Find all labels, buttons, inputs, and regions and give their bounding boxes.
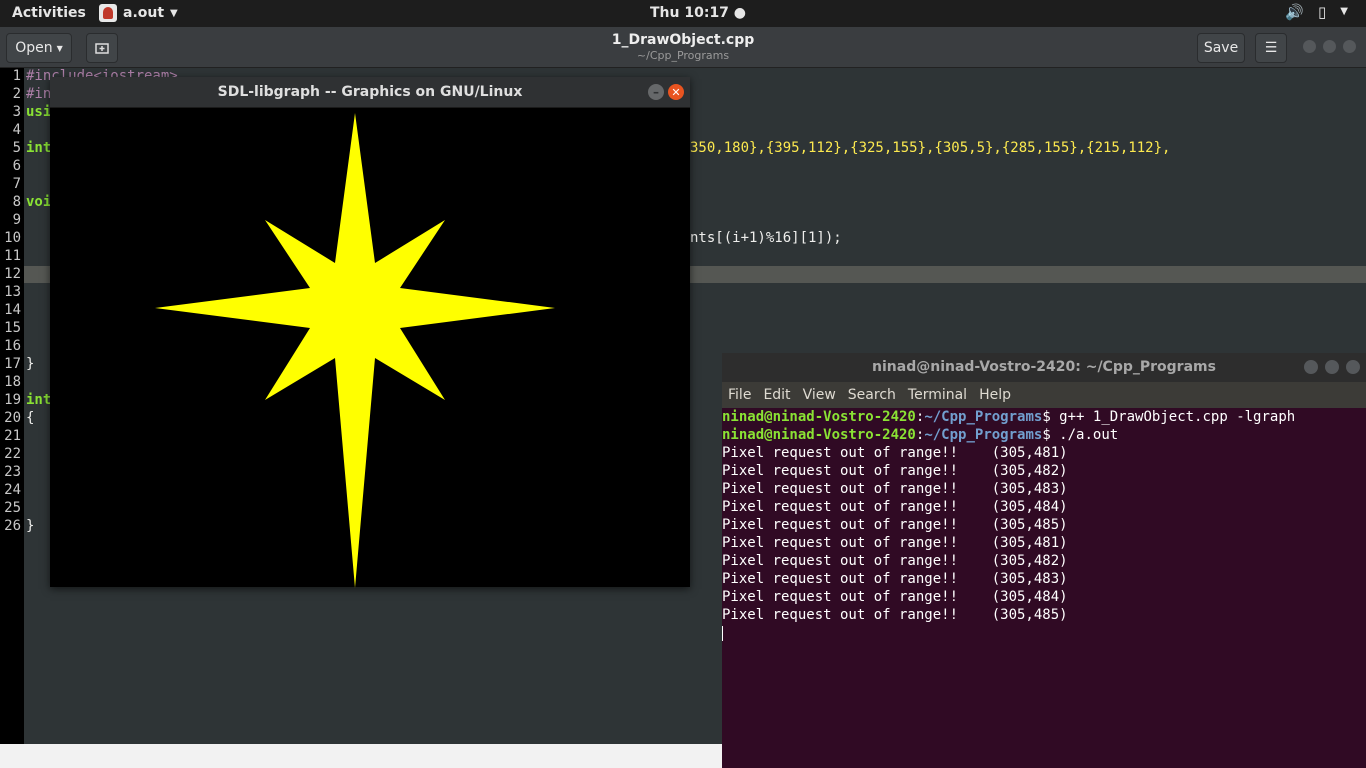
sdl-window-title: SDL-libgraph -- Graphics on GNU/Linux [217,84,523,100]
maximize-icon[interactable] [1323,40,1336,53]
terminal-output-line: Pixel request out of range!! (305,481) [722,535,1068,551]
terminal-output-line: Pixel request out of range!! (305,483) [722,571,1068,587]
command-text: $ ./a.out [1042,427,1119,443]
volume-icon: 🔊 [1285,3,1305,21]
line-number: 2 [12,86,21,102]
line-number: 25 [4,500,21,516]
activities-button[interactable]: Activities [12,5,86,21]
sdl-titlebar[interactable]: SDL-libgraph -- Graphics on GNU/Linux – … [50,77,690,108]
menu-icon: ☰ [1264,40,1278,56]
line-number: 1 [12,68,21,84]
line-number: 5 [12,140,21,156]
terminal-line: ninad@ninad-Vostro-2420:~/Cpp_Programs$ … [722,409,1296,425]
terminal-menubar: File Edit View Search Terminal Help [722,382,1366,408]
line-number: 12 [4,266,21,282]
menu-search[interactable]: Search [848,387,896,403]
code-line-17[interactable]: } [26,356,34,372]
line-number: 13 [4,284,21,300]
terminal-output-line: Pixel request out of range!! (305,482) [722,463,1068,479]
terminal-output-line: Pixel request out of range!! (305,481) [722,445,1068,461]
code-line-2[interactable]: #in [26,86,51,102]
minimize-icon[interactable]: – [648,84,664,100]
terminal-output-line: Pixel request out of range!! (305,484) [722,589,1068,605]
terminal-cursor-line [722,624,1366,642]
line-number: 26 [4,518,21,534]
terminal-output-line: Pixel request out of range!! (305,482) [722,553,1068,569]
prompt-dir: ~/Cpp_Programs [924,409,1043,425]
star-shape [155,113,555,588]
prompt-user: ninad@ninad-Vostro-2420 [722,427,916,443]
line-number: 21 [4,428,21,444]
terminal-line: ninad@ninad-Vostro-2420:~/Cpp_Programs$ … [722,427,1119,443]
line-number: 8 [12,194,21,210]
code-line-8[interactable]: voi [26,194,51,210]
line-number: 17 [4,356,21,372]
system-tray[interactable]: 🔊 ▯ ▼ [1285,3,1348,21]
line-number: 3 [12,104,21,120]
text-cursor [722,625,723,641]
terminal-output-line: Pixel request out of range!! (305,485) [722,607,1068,623]
menu-help[interactable]: Help [979,387,1011,403]
app-icon [99,4,117,22]
terminal-titlebar[interactable]: ninad@ninad-Vostro-2420: ~/Cpp_Programs [722,353,1366,382]
line-number: 20 [4,410,21,426]
minimize-icon[interactable] [1303,40,1316,53]
document-title: 1_DrawObject.cpp [611,32,755,48]
maximize-icon[interactable] [1325,360,1339,374]
clock[interactable]: Thu 10:17 ● [650,5,746,21]
line-number: 14 [4,302,21,318]
line-number: 10 [4,230,21,246]
top-bar: Activities a.out ▼ Thu 10:17 ● 🔊 ▯ ▼ [0,0,1366,27]
command-text: $ g++ 1_DrawObject.cpp -lgraph [1042,409,1296,425]
line-number: 4 [12,122,21,138]
terminal-output-line: Pixel request out of range!! (305,485) [722,517,1068,533]
chevron-down-icon: ▼ [170,7,178,19]
line-number: 22 [4,446,21,462]
code-line-5-tail[interactable]: 350,180},{395,112},{325,155},{305,5},{28… [690,140,1170,156]
prompt-user: ninad@ninad-Vostro-2420 [722,409,916,425]
hamburger-menu-button[interactable]: ☰ [1255,33,1287,63]
line-number: 19 [4,392,21,408]
line-number: 9 [12,212,21,228]
document-path: ~/Cpp_Programs [636,49,730,62]
sdl-graphics-window[interactable]: SDL-libgraph -- Graphics on GNU/Linux – … [50,77,690,588]
code-line-5[interactable]: int [26,140,51,156]
app-menu[interactable]: a.out ▼ [99,4,178,22]
code-line-26[interactable]: } [26,518,34,534]
line-number: 24 [4,482,21,498]
prompt-dir: ~/Cpp_Programs [924,427,1043,443]
code-line-19[interactable]: int [26,392,51,408]
terminal-output-line: Pixel request out of range!! (305,484) [722,499,1068,515]
close-icon[interactable]: ✕ [668,84,684,100]
line-number: 15 [4,320,21,336]
menu-edit[interactable]: Edit [763,387,790,403]
line-number: 11 [4,248,21,264]
code-line-3[interactable]: usi [26,104,51,120]
code-line-10-tail[interactable]: nts[(i+1)%16][1]); [690,230,842,246]
menu-view[interactable]: View [803,387,836,403]
editor-header-bar: Open ▼ 1_DrawObject.cpp ~/Cpp_Programs S… [0,27,1366,68]
app-name: a.out [123,5,165,21]
menu-file[interactable]: File [728,387,751,403]
line-number: 7 [12,176,21,192]
minimize-icon[interactable] [1304,360,1318,374]
line-number: 23 [4,464,21,480]
close-icon[interactable] [1346,360,1360,374]
terminal-output-line: Pixel request out of range!! (305,483) [722,481,1068,497]
close-icon[interactable] [1343,40,1356,53]
terminal-title: ninad@ninad-Vostro-2420: ~/Cpp_Programs [872,359,1216,375]
save-button[interactable]: Save [1197,33,1245,63]
menu-terminal[interactable]: Terminal [908,387,967,403]
battery-icon: ▯ [1318,3,1327,21]
chevron-down-icon: ▼ [1340,6,1348,17]
graphics-canvas [155,113,555,588]
line-number: 18 [4,374,21,390]
code-line-20[interactable]: { [26,410,34,426]
terminal-window[interactable]: ninad@ninad-Vostro-2420: ~/Cpp_Programs … [722,353,1366,768]
status-bar [0,744,722,768]
line-number: 6 [12,158,21,174]
line-number: 16 [4,338,21,354]
terminal-output[interactable]: ninad@ninad-Vostro-2420:~/Cpp_Programs$ … [722,408,1366,642]
